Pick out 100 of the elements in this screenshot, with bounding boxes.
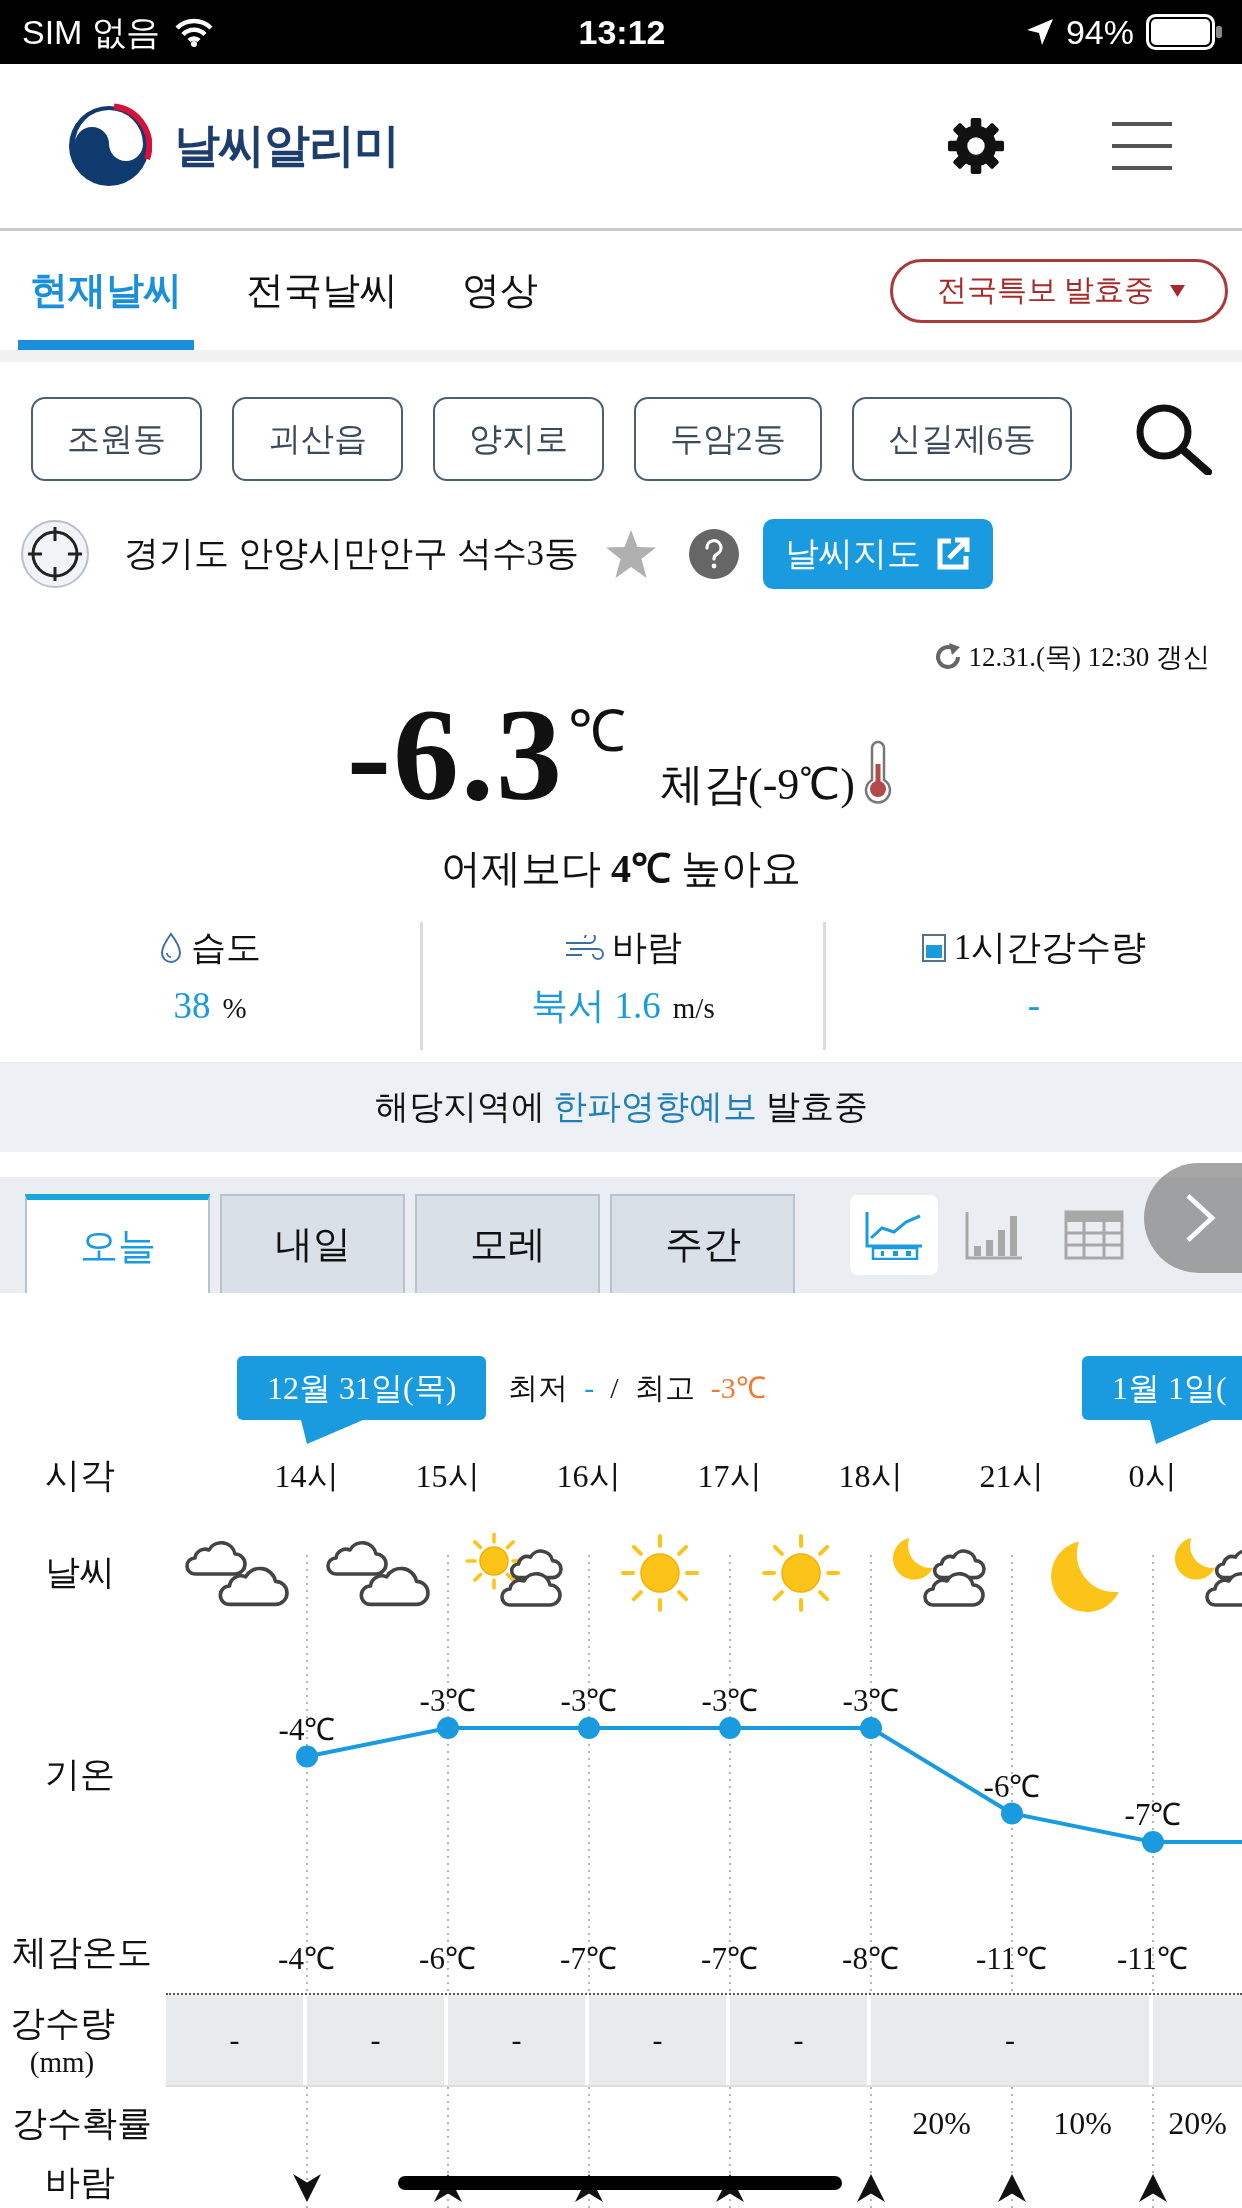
feels-like-value: -4℃ [277,1939,336,1978]
row-label: 시각 [44,1455,116,1497]
row-label: 날씨 [44,1552,116,1594]
wind-arrow-icon [292,2174,321,2202]
temperature-point [296,1745,318,1768]
stat-value: 38 [173,984,211,1028]
clock-text: 13:12 [578,11,666,53]
day-tab[interactable]: 주간 [610,1194,795,1293]
place-chip[interactable]: 두암2동 [634,397,822,481]
temperature-label: -3℃ [842,1683,900,1718]
max-value: -3℃ [710,1370,766,1406]
temperature-point [437,1717,459,1739]
place-chip[interactable]: 조원동 [31,397,202,481]
wifi-icon [173,17,214,47]
stat-unit: m/s [672,991,715,1026]
table-cell: - [589,1995,730,2085]
carrier-text: SIM 없음 [22,11,160,53]
hour-label: 16시 [555,1456,622,1496]
stat-label: 1시간강수량 [953,927,1147,969]
chevron-right-icon [1184,1192,1216,1244]
precipitation-chance: 20% [1167,2104,1228,2144]
next-button[interactable] [1144,1163,1242,1273]
notice-text: 해당지역에 한파영향예보 발효중 [374,1086,868,1127]
nav-tab[interactable]: 현재날씨 [18,231,194,350]
table-icon [1064,1210,1124,1260]
help-icon[interactable] [689,529,739,579]
feels-like-value: -7℃ [559,1939,618,1978]
hour-label: 15시 [414,1456,481,1496]
temperature-point [1001,1802,1023,1825]
feels-like-value: -6℃ [418,1939,477,1978]
wind-arrow-icon [856,2174,885,2202]
temperature-label: -3℃ [560,1683,618,1718]
external-link-icon [935,536,971,572]
view-toggle[interactable] [850,1195,938,1275]
temperature-point [1142,1831,1164,1853]
day-tab[interactable]: 내일 [220,1194,405,1293]
location-arrow-icon [1025,18,1054,46]
settings-icon[interactable] [947,117,1005,175]
table-cell: - [730,1995,871,2085]
stat-label: 습도 [191,927,261,969]
feels-like-value: -8℃ [841,1939,900,1978]
temperature-point [578,1717,600,1739]
comparison-text: 어제보다 4℃ 높아요 [440,845,802,893]
temperature-label: -3℃ [701,1683,759,1718]
droplet-icon [159,932,183,964]
temperature-label: -3℃ [419,1683,477,1718]
alert-button[interactable]: 전국특보 발효중 [889,258,1228,323]
wind-arrow-icon [1138,2174,1167,2202]
app-title: 날씨알리미 [174,118,399,174]
stat-label: 바람 [612,927,682,969]
location-text: 경기도 안양시만안구 석수3동 [124,533,579,575]
notice-link[interactable]: 한파영향예보 [553,1087,757,1125]
place-chip[interactable]: 괴산읍 [232,397,403,481]
max-label: 최고 [634,1370,695,1406]
table-cell: - [871,1995,1153,2085]
table-cell: - [448,1995,589,2085]
stat-unit: % [222,991,247,1026]
min-value: - [584,1370,595,1406]
star-icon[interactable] [605,529,657,579]
row-label: 기온 [44,1754,116,1796]
hour-label: 21시 [978,1456,1045,1496]
caret-icon [1170,284,1185,297]
bar-chart-icon [964,1210,1024,1260]
logo-icon [66,103,152,189]
line-chart-icon [864,1210,924,1260]
hour-label: 18시 [837,1456,904,1496]
separator-text: / [610,1370,619,1406]
hour-label: 17시 [696,1456,763,1496]
search-icon[interactable] [1134,403,1212,475]
day-tab[interactable]: 모레 [415,1194,600,1293]
table-cell: - [166,1995,307,2085]
feels-like-value: -7℃ [700,1939,759,1978]
rain-gauge-icon [921,932,946,964]
stat-value: 북서 1.6 [531,984,661,1028]
hour-label: 0시 [1127,1456,1178,1496]
nav-tab[interactable]: 전국날씨 [234,231,410,350]
temperature-label: -4℃ [278,1711,336,1747]
temperature-unit: ℃ [568,703,626,761]
precipitation-chance: 20% [911,2104,972,2144]
menu-icon[interactable] [1112,122,1172,170]
temperature-point [719,1717,741,1739]
feels-like-text: 체감(-9℃) [660,759,855,811]
hour-label: 14시 [273,1456,340,1496]
current-temperature: -6.3 [347,689,564,821]
feels-like-value: -11℃ [1115,1939,1190,1978]
nav-tab[interactable]: 영상 [450,231,550,350]
precipitation-chance: 10% [1052,2104,1113,2144]
place-chip[interactable]: 양지로 [433,397,604,481]
feels-like-value: -11℃ [974,1939,1049,1978]
battery-icon [1146,14,1222,50]
crosshair-icon[interactable] [20,519,90,589]
min-label: 최저 [508,1370,569,1406]
temperature-point [860,1717,882,1739]
temperature-label: -6℃ [983,1768,1041,1804]
battery-percent: 94% [1065,11,1134,53]
table-cell: - [307,1995,448,2085]
place-chip[interactable]: 신길제6동 [851,397,1072,481]
stat-value: - [1027,984,1041,1028]
unit-label: (mm) [29,2044,95,2080]
wind-icon [564,935,604,961]
